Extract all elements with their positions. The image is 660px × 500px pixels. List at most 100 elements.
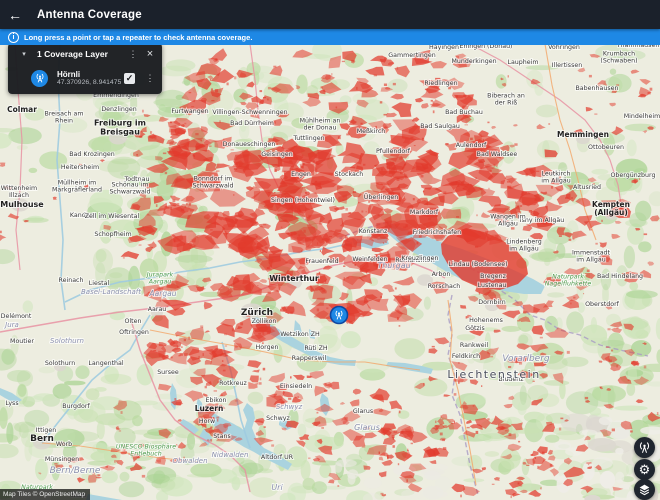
map-label-place: Altusried <box>573 184 601 191</box>
back-arrow-icon[interactable]: ← <box>0 0 30 29</box>
layer-texts: Hörnli 47.370926, 8.941475 <box>57 70 124 87</box>
map-label-place: Sursee <box>157 369 179 376</box>
map-label-place: Illertissen <box>552 62 582 69</box>
map-label-region: Basel-Landschaft <box>81 288 141 296</box>
map-label-place: Winterthur <box>269 274 319 283</box>
map-label-region: Uri <box>271 483 283 492</box>
app-bar: ← Antenna Coverage <box>0 0 660 29</box>
map-label-place: Überlingen <box>364 192 398 201</box>
map-label-place: Olten <box>124 318 141 325</box>
map-label-region: Obwalden <box>172 457 207 465</box>
map-label-place: Rotkreuz <box>219 380 247 387</box>
map-label-place: Hohenems <box>469 317 503 324</box>
panel-close-icon[interactable]: × <box>140 48 160 60</box>
map-label-place: Horgen <box>256 344 279 351</box>
map-label-place: Freiburg imBreisgau <box>94 119 146 137</box>
coverage-layer-panel: ▾ 1 Coverage Layer ⋮ × Hörnli 47.370926,… <box>8 43 162 94</box>
gear-icon: ⚙ <box>639 463 651 476</box>
map-label-country: Liechtenstein <box>447 368 540 381</box>
attribution-prefix: Map Tiles © <box>3 491 39 498</box>
layer-row[interactable]: Hörnli 47.370926, 8.941475 ✓ ⋮ <box>8 65 162 91</box>
panel-menu-icon[interactable]: ⋮ <box>126 50 140 59</box>
map-label-region: Schwyz <box>276 403 303 411</box>
map-label-place: Riedlingen <box>424 80 457 87</box>
map-label-place: Immenstadtim Allgäu <box>572 250 611 264</box>
map-label-place: Bonndorf imSchwarzwald <box>192 176 233 190</box>
map-label-place: Ebikon <box>206 397 227 404</box>
map-label-place: Bad Saulgau <box>420 123 460 130</box>
map-label-place: Babenhausen <box>575 85 618 92</box>
map-label-place: Zürich <box>241 308 273 318</box>
map-label-place: Furtwangen <box>171 108 208 115</box>
map-layers-fab[interactable] <box>634 479 655 500</box>
coverage-marker[interactable] <box>331 307 348 325</box>
map-label-place: Krumbach(Schwaben) <box>600 51 637 65</box>
map-label-place: Bad Hindelang <box>597 273 643 280</box>
map-label-place: Zell im Wiesental <box>85 213 140 220</box>
map-label-place: Delémont <box>1 312 32 320</box>
chevron-down-icon[interactable]: ▾ <box>14 50 34 58</box>
map-label-place: Ottobeuren <box>588 144 624 151</box>
panel-title: 1 Coverage Layer <box>37 49 126 59</box>
map-label-place: Bern <box>30 434 54 444</box>
map-label-place: Aulendorf <box>456 142 487 149</box>
map-label-place: Frauenfeld <box>305 258 338 265</box>
map-label-place: Liestal <box>89 280 110 287</box>
hint-banner: Long press a point or tap a repeater to … <box>0 29 660 45</box>
map-attribution: Map Tiles © OpenStreetMap <box>0 489 90 500</box>
map-label-place: Villingen-Schwenningen <box>212 109 287 116</box>
map-label-place: Laupheim <box>507 59 538 66</box>
map-label-region: Glarus <box>354 423 380 432</box>
layer-name: Hörnli <box>57 70 124 79</box>
map-label-place: Pfullendorf <box>376 148 411 155</box>
map-label-place: Müllheim imMarkgräflerland <box>52 180 102 194</box>
map-label-place: Solothurn <box>45 360 75 367</box>
map-label-place: Stans <box>213 433 231 440</box>
map-label-place: Tuttlingen <box>292 135 324 142</box>
map-label-place: Rüti ZH <box>304 345 328 352</box>
hint-banner-text: Long press a point or tap a repeater to … <box>24 33 252 42</box>
map-label-place: Rankweil <box>460 342 489 349</box>
layer-visibility-checkbox[interactable]: ✓ <box>124 73 135 84</box>
map-label-place: Glarus <box>353 408 373 415</box>
antenna-coverage-fab[interactable] <box>634 437 655 458</box>
map-label-place: Einsiedeln <box>280 383 312 390</box>
map-label-place: Schönau imSchwarzwald <box>109 182 150 196</box>
map-label-place: Burgdorf <box>62 403 90 410</box>
map-label-place: Schwyz <box>266 415 290 422</box>
map-canvas[interactable]: ColmarEmmendingenDenzlingenFreiburg imBr… <box>0 29 660 500</box>
map-label-place: Stockach <box>335 171 364 178</box>
map-label-place: Rapperswil <box>292 355 327 362</box>
map-label-place: Götzis <box>465 325 485 332</box>
map-label-place: Colmar <box>7 105 37 114</box>
map-label-place: Isny im Allgäu <box>520 217 564 224</box>
map-label-place: Bregenz <box>480 273 507 280</box>
openstreetmap-link[interactable]: OpenStreetMap <box>39 491 85 498</box>
map-label-place: Illzach <box>9 192 29 199</box>
map-label-place: Mulhouse <box>0 200 44 209</box>
map-label-place: Mindelheim <box>624 113 660 120</box>
map-label-region: Bern/Berne <box>50 466 101 476</box>
map-label-place: Vöhringen <box>548 44 580 51</box>
layer-menu-icon[interactable]: ⋮ <box>143 74 157 83</box>
map-label-region: Thurgau <box>377 261 410 270</box>
map-label-place: Oberstdorf <box>585 301 620 308</box>
map-label-place: Bad Buchau <box>445 109 483 116</box>
map-label-place: Lindau (Bodensee) <box>448 261 507 268</box>
map-label-place: Dornbirn <box>478 299 505 306</box>
map-label-place: Feldkirch <box>452 353 480 360</box>
map-label-place: Konstanz <box>359 228 388 235</box>
map-label-place: Altdorf UR <box>261 454 294 461</box>
map-label-place: Bad Krozingen <box>69 151 115 158</box>
settings-gear-fab[interactable]: ⚙ <box>634 459 655 480</box>
map-label-place: Munderkingen <box>451 58 496 65</box>
info-icon <box>8 32 19 43</box>
map-label-place: Wetzikon ZH <box>280 331 320 338</box>
map-label-region: Jura <box>3 321 19 329</box>
layer-avatar-antenna-icon <box>31 70 48 87</box>
map-label-place: Friedrichshafen <box>413 229 461 236</box>
antenna-coverage-screen: ← Antenna Coverage Long press a point or… <box>0 0 660 500</box>
page-title: Antenna Coverage <box>37 9 142 21</box>
map-label-region: Vorarlberg <box>502 354 550 364</box>
map-label-place: Lustenau <box>478 282 507 289</box>
